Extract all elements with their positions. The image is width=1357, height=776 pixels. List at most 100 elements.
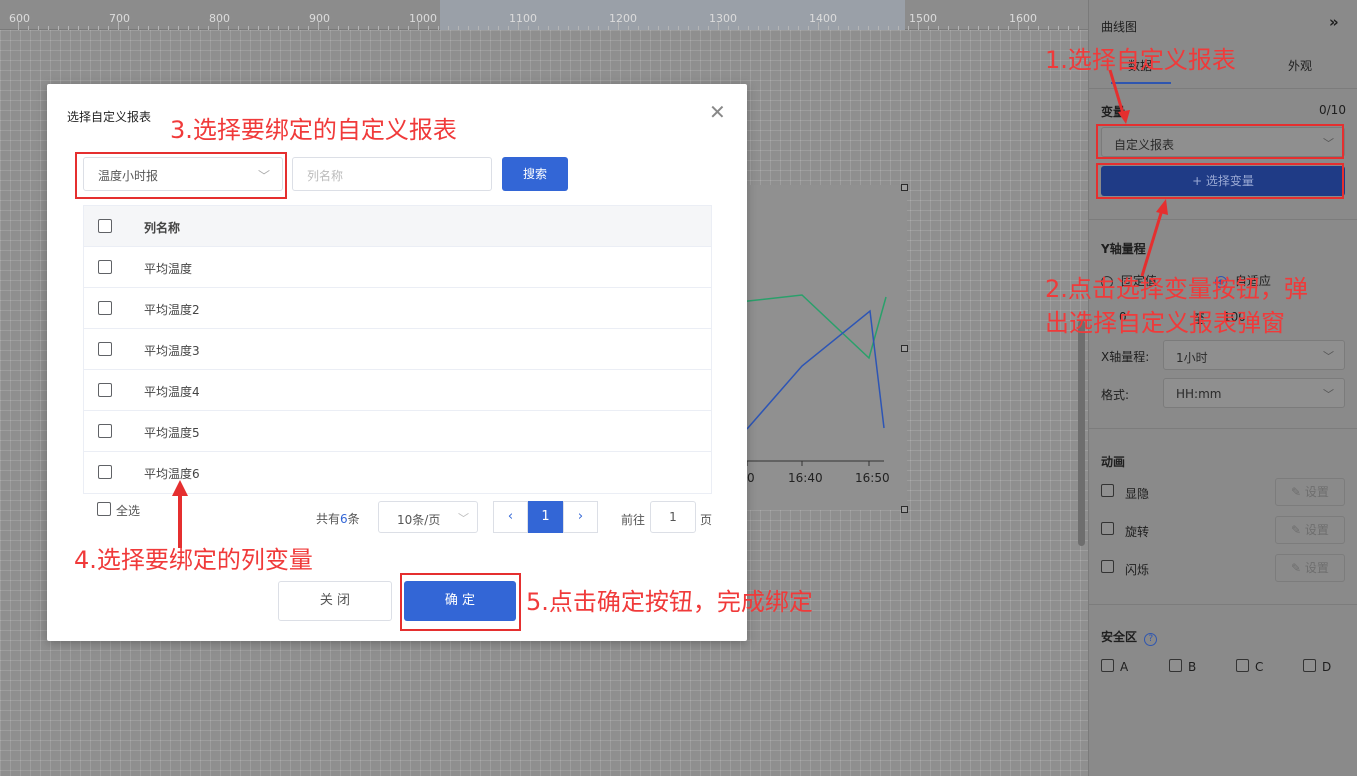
ruler-tick-mark [208, 26, 209, 30]
ruler-tick-mark [148, 26, 149, 30]
column-name-input[interactable]: 列名称 [292, 157, 492, 191]
ruler-tick-mark [608, 26, 609, 30]
ruler-tick-mark [98, 26, 99, 30]
ruler-tick-mark [78, 26, 79, 30]
ruler-tick-mark [908, 26, 909, 30]
animation-blink-settings-button[interactable]: ✎ 设置 [1275, 554, 1345, 582]
ruler-tick-mark [818, 22, 819, 30]
ruler-tick-mark [1018, 22, 1019, 30]
ruler-tick-mark [248, 26, 249, 30]
pagination-total-count: 6 [340, 512, 348, 526]
ruler-tick-mark [938, 26, 939, 30]
annotation-step5: 5.点击确定按钮，完成绑定 [526, 588, 813, 616]
animation-blink-checkbox[interactable] [1101, 560, 1114, 573]
table-row[interactable]: 平均温度4 [84, 370, 711, 411]
animation-rotate-settings-button[interactable]: ✎ 设置 [1275, 516, 1345, 544]
ruler-tick-mark [738, 26, 739, 30]
ruler-tick-mark [488, 26, 489, 30]
double-chevron-right-icon[interactable]: » [1329, 13, 1339, 31]
ruler-tick-label: 800 [209, 12, 230, 25]
select-all-checkbox[interactable] [97, 502, 111, 516]
animation-rotate-checkbox[interactable] [1101, 522, 1114, 535]
help-icon[interactable]: ? [1144, 633, 1158, 646]
ruler-tick-mark [308, 26, 309, 30]
ruler-tick-mark [628, 26, 629, 30]
ruler-tick-mark [198, 26, 199, 30]
safe-zone-a-checkbox[interactable] [1101, 659, 1114, 672]
next-page-button[interactable]: › [563, 501, 598, 533]
ruler-tick-mark [158, 26, 159, 30]
y-axis-range-label: Y轴量程 [1101, 242, 1146, 256]
ruler-tick-mark [68, 26, 69, 30]
table-row[interactable]: 平均温度2 [84, 288, 711, 329]
divider [1089, 219, 1357, 220]
ruler-tick-mark [758, 26, 759, 30]
animation-show-hide-settings-button[interactable]: ✎ 设置 [1275, 478, 1345, 506]
table-row[interactable]: 平均温度3 [84, 329, 711, 370]
prev-page-button[interactable]: ‹ [493, 501, 528, 533]
page-button-current[interactable]: 1 [528, 501, 563, 533]
select-all-header-checkbox[interactable] [98, 219, 112, 233]
ruler-tick-mark [38, 26, 39, 30]
ruler-tick-mark [658, 26, 659, 30]
safe-zone-c-label: C [1255, 660, 1264, 674]
ruler-tick-mark [88, 26, 89, 30]
row-checkbox[interactable] [98, 465, 112, 479]
annotation-step2-line2: 出选择自定义报表弹窗 [1045, 309, 1285, 337]
row-checkbox[interactable] [98, 383, 112, 397]
table-row[interactable]: 平均温度5 [84, 411, 711, 452]
x-axis-range-select[interactable]: 1小时 ﹀ [1163, 340, 1345, 370]
resize-handle[interactable] [901, 184, 908, 191]
series-line-blue [746, 309, 885, 430]
ruler-tick-mark [138, 26, 139, 30]
ruler-tick-label: 700 [109, 12, 130, 25]
ruler-tick-mark [768, 26, 769, 30]
ruler-tick-mark [588, 26, 589, 30]
table-row[interactable]: 平均温度6 [84, 452, 711, 493]
animation-show-hide-checkbox[interactable] [1101, 484, 1114, 497]
ruler-tick-mark [548, 26, 549, 30]
ruler-tick-label: 1400 [809, 12, 837, 25]
row-checkbox[interactable] [98, 424, 112, 438]
close-icon[interactable]: ✕ [709, 100, 726, 124]
ruler-tick-mark [18, 22, 19, 30]
safe-zone-d-checkbox[interactable] [1303, 659, 1316, 672]
variable-label: 变量 [1101, 105, 1126, 119]
ruler-tick-mark [1068, 26, 1069, 30]
tab-appearance[interactable]: 外观 [1288, 57, 1312, 74]
ruler-tick-mark [168, 26, 169, 30]
annotation-box-confirm [400, 573, 521, 631]
canvas-scrollbar[interactable] [1078, 320, 1085, 546]
ruler-tick-mark [278, 26, 279, 30]
ruler-tick-mark [718, 22, 719, 30]
ruler-tick-mark [878, 26, 879, 30]
format-select[interactable]: HH:mm ﹀ [1163, 378, 1345, 408]
goto-label: 前往 [621, 513, 646, 527]
safe-zone-label: 安全区 ? [1101, 628, 1158, 646]
property-panel: 曲线图 » 数据 外观 变量 0/10 自定义报表 ﹀ + 选择变量 Y轴量程 … [1088, 0, 1357, 776]
ruler-tick-mark [598, 26, 599, 30]
ruler-tick-mark [778, 26, 779, 30]
table-header-row: 列名称 [84, 206, 711, 247]
goto-page-input[interactable]: 1 [650, 501, 696, 533]
page-size-select[interactable]: 10条/页 ﹀ [378, 501, 478, 533]
resize-handle[interactable] [901, 345, 908, 352]
page-size-value: 10条/页 [397, 513, 441, 527]
ruler-tick-mark [838, 26, 839, 30]
ruler-tick-mark [318, 22, 319, 30]
column-header-name: 列名称 [144, 221, 181, 235]
safe-zone-c-checkbox[interactable] [1236, 659, 1249, 672]
row-checkbox[interactable] [98, 342, 112, 356]
ruler-tick-mark [28, 26, 29, 30]
resize-handle[interactable] [901, 506, 908, 513]
annotation-step3: 3.选择要绑定的自定义报表 [170, 116, 457, 144]
ruler-tick-mark [448, 26, 449, 30]
ruler-tick-mark [218, 22, 219, 30]
row-checkbox[interactable] [98, 301, 112, 315]
table-row[interactable]: 平均温度 [84, 247, 711, 288]
safe-zone-b-checkbox[interactable] [1169, 659, 1182, 672]
ruler-tick-mark [528, 26, 529, 30]
row-checkbox[interactable] [98, 260, 112, 274]
search-button[interactable]: 搜索 [502, 157, 568, 191]
close-button[interactable]: 关 闭 [278, 581, 392, 621]
